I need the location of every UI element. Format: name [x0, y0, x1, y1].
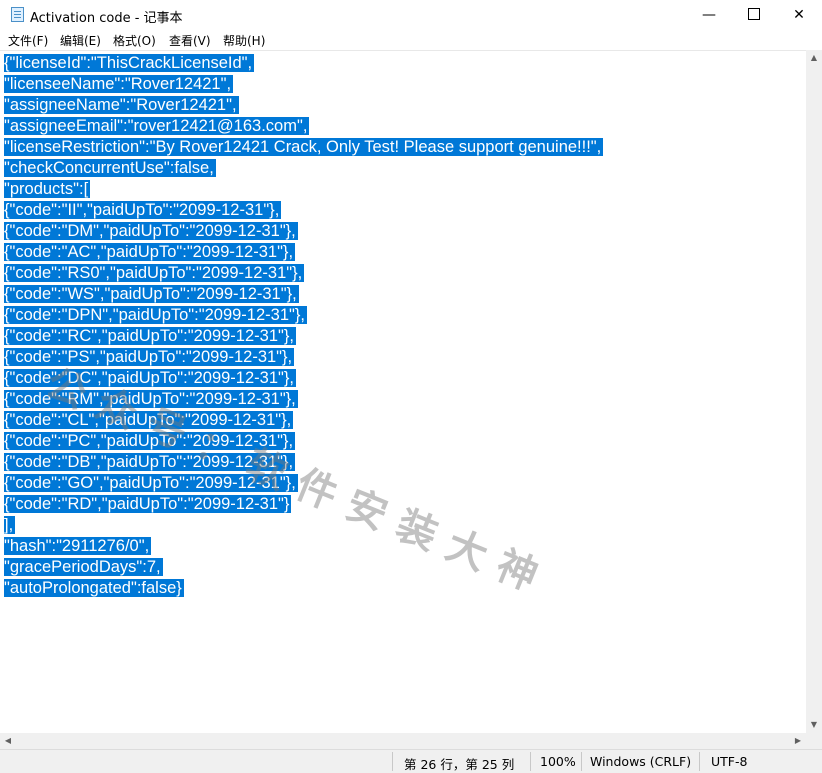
horizontal-scroll-thumb[interactable]	[17, 735, 787, 747]
zoom-level: 100%	[540, 754, 576, 769]
status-divider	[699, 752, 700, 771]
encoding: UTF-8	[711, 754, 748, 769]
scroll-right-icon[interactable]: ▶	[790, 733, 806, 749]
text-line[interactable]: "gracePeriodDays":7,	[4, 557, 603, 578]
selected-text: {"code":"CL","paidUpTo":"2099-12-31"},	[4, 411, 294, 429]
text-line[interactable]: {"code":"GO","paidUpTo":"2099-12-31"},	[4, 473, 603, 494]
minimize-icon: —	[702, 7, 716, 23]
selected-text: "licenseeName":"Rover12421",	[4, 75, 234, 93]
text-line[interactable]: "assigneeEmail":"rover12421@163.com",	[4, 116, 603, 137]
selected-text: "licenseRestriction":"By Rover12421 Crac…	[4, 138, 604, 156]
text-line[interactable]: ],	[4, 515, 603, 536]
menu-edit[interactable]: 编辑(E)	[60, 32, 101, 49]
selected-text: {"code":"II","paidUpTo":"2099-12-31"},	[4, 201, 282, 219]
text-line[interactable]: {"code":"DPN","paidUpTo":"2099-12-31"},	[4, 305, 603, 326]
line-ending: Windows (CRLF)	[590, 754, 692, 769]
selected-text: "checkConcurrentUse":false,	[4, 159, 216, 177]
minimize-button[interactable]: —	[686, 0, 732, 30]
selected-text: "gracePeriodDays":7,	[4, 558, 163, 576]
horizontal-scrollbar[interactable]: ◀ ▶	[0, 733, 806, 749]
text-line[interactable]: {"code":"DB","paidUpTo":"2099-12-31"},	[4, 452, 603, 473]
text-editor[interactable]: {"licenseId":"ThisCrackLicenseId", "licen…	[0, 50, 806, 734]
selected-text: "hash":"2911276/0",	[4, 537, 152, 555]
scrollbar-corner	[806, 733, 822, 749]
text-line[interactable]: "autoProlongated":false}	[4, 578, 603, 599]
selected-text: {"code":"DM","paidUpTo":"2099-12-31"},	[4, 222, 298, 240]
close-icon: ✕	[793, 7, 805, 23]
text-line[interactable]: {"code":"II","paidUpTo":"2099-12-31"},	[4, 200, 603, 221]
status-divider	[581, 752, 582, 771]
text-line[interactable]: {"licenseId":"ThisCrackLicenseId",	[4, 53, 603, 74]
maximize-icon	[748, 7, 760, 20]
text-line[interactable]: {"code":"RS0","paidUpTo":"2099-12-31"},	[4, 263, 603, 284]
selected-text: {"code":"DPN","paidUpTo":"2099-12-31"},	[4, 306, 307, 324]
window-title: Activation code - 记事本	[30, 11, 183, 26]
text-line[interactable]: {"code":"DM","paidUpTo":"2099-12-31"},	[4, 221, 603, 242]
vertical-scrollbar[interactable]: ▲ ▼	[806, 50, 822, 733]
selected-text: {"code":"RM","paidUpTo":"2099-12-31"},	[4, 390, 298, 408]
selected-text: {"code":"GO","paidUpTo":"2099-12-31"},	[4, 474, 298, 492]
text-line[interactable]: {"code":"DC","paidUpTo":"2099-12-31"},	[4, 368, 603, 389]
status-bar: 第 26 行，第 25 列 100% Windows (CRLF) UTF-8	[0, 749, 822, 773]
editor-text[interactable]: {"licenseId":"ThisCrackLicenseId", "licen…	[4, 53, 604, 599]
text-line[interactable]: {"code":"WS","paidUpTo":"2099-12-31"},	[4, 284, 603, 305]
selected-text: {"code":"RC","paidUpTo":"2099-12-31"},	[4, 327, 296, 345]
text-line[interactable]: "hash":"2911276/0",	[4, 536, 603, 557]
cursor-position: 第 26 行，第 25 列	[404, 757, 515, 772]
text-line[interactable]: "licenseRestriction":"By Rover12421 Crac…	[4, 137, 604, 158]
selected-text: ],	[4, 516, 16, 534]
text-line[interactable]: "products":[	[4, 179, 603, 200]
selected-text: {"code":"AC","paidUpTo":"2099-12-31"},	[4, 243, 296, 261]
menu-view[interactable]: 查看(V)	[169, 32, 211, 49]
selected-text: {"code":"DB","paidUpTo":"2099-12-31"},	[4, 453, 296, 471]
status-divider	[530, 752, 531, 771]
selected-text: {"code":"RD","paidUpTo":"2099-12-31"}	[4, 495, 292, 513]
text-line[interactable]: "assigneeName":"Rover12421",	[4, 95, 603, 116]
menu-file[interactable]: 文件(F)	[8, 32, 48, 49]
status-divider	[392, 752, 393, 771]
selected-text: {"code":"PS","paidUpTo":"2099-12-31"},	[4, 348, 295, 366]
close-button[interactable]: ✕	[776, 0, 822, 30]
text-line[interactable]: {"code":"RD","paidUpTo":"2099-12-31"}	[4, 494, 603, 515]
menu-format[interactable]: 格式(O)	[113, 32, 156, 49]
maximize-button[interactable]	[731, 0, 777, 30]
scroll-down-icon[interactable]: ▼	[806, 717, 822, 733]
selected-text: {"code":"WS","paidUpTo":"2099-12-31"},	[4, 285, 299, 303]
scroll-left-icon[interactable]: ◀	[0, 733, 16, 749]
selected-text: "assigneeName":"Rover12421",	[4, 96, 239, 114]
selected-text: {"code":"RS0","paidUpTo":"2099-12-31"},	[4, 264, 305, 282]
menu-help[interactable]: 帮助(H)	[223, 32, 265, 49]
text-line[interactable]: {"code":"RM","paidUpTo":"2099-12-31"},	[4, 389, 603, 410]
selected-text: {"code":"PC","paidUpTo":"2099-12-31"},	[4, 432, 296, 450]
selected-text: {"code":"DC","paidUpTo":"2099-12-31"},	[4, 369, 296, 387]
text-line[interactable]: "licenseeName":"Rover12421",	[4, 74, 603, 95]
selected-text: "products":[	[4, 180, 91, 198]
text-line[interactable]: {"code":"PS","paidUpTo":"2099-12-31"},	[4, 347, 603, 368]
text-line[interactable]: {"code":"PC","paidUpTo":"2099-12-31"},	[4, 431, 603, 452]
menu-bar: 文件(F) 编辑(E) 格式(O) 查看(V) 帮助(H)	[0, 30, 822, 50]
notepad-icon	[11, 7, 24, 22]
title-bar: Activation code - 记事本 — ✕	[0, 0, 822, 31]
scroll-up-icon[interactable]: ▲	[806, 50, 822, 66]
selected-text: "autoProlongated":false}	[4, 579, 184, 597]
text-line[interactable]: {"code":"RC","paidUpTo":"2099-12-31"},	[4, 326, 603, 347]
selected-text: {"licenseId":"ThisCrackLicenseId",	[4, 54, 255, 72]
text-line[interactable]: {"code":"CL","paidUpTo":"2099-12-31"},	[4, 410, 603, 431]
selected-text: "assigneeEmail":"rover12421@163.com",	[4, 117, 310, 135]
text-line[interactable]: {"code":"AC","paidUpTo":"2099-12-31"},	[4, 242, 603, 263]
text-line[interactable]: "checkConcurrentUse":false,	[4, 158, 603, 179]
